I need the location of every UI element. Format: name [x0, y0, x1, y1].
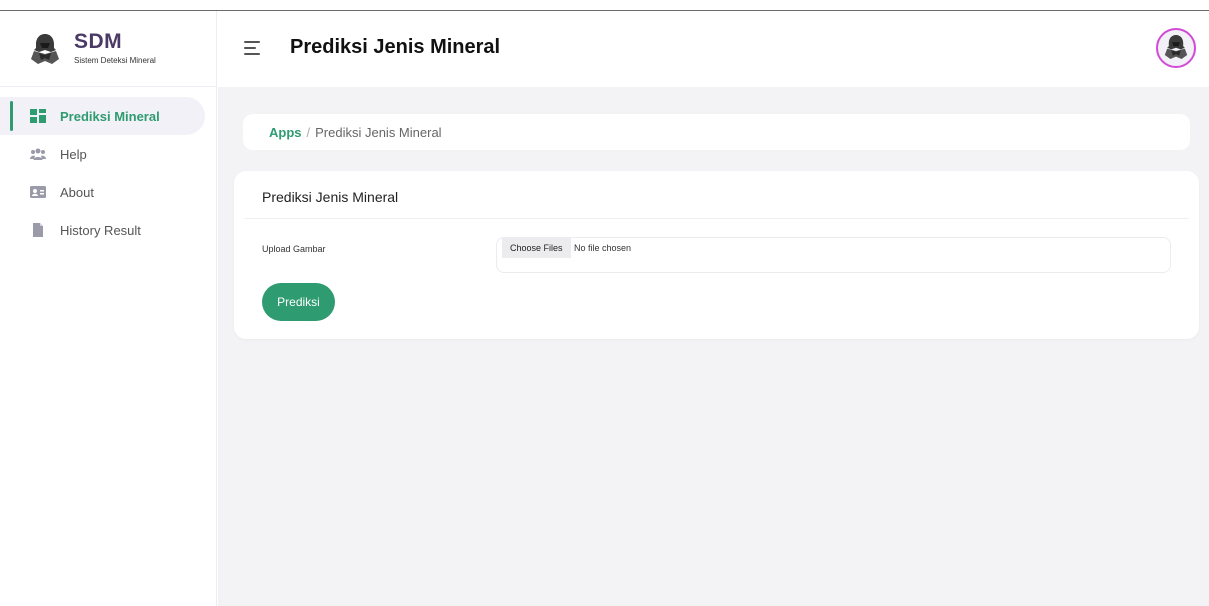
dashboard-grid-icon	[30, 109, 46, 123]
file-upload-input[interactable]: Choose Files No file chosen	[496, 237, 1171, 273]
brand-name: SDM	[74, 30, 123, 53]
main-content: Apps / Prediksi Jenis Mineral Prediksi J…	[218, 87, 1209, 606]
prediksi-button[interactable]: Prediksi	[262, 283, 335, 321]
card-divider	[244, 218, 1189, 219]
choose-files-button[interactable]: Choose Files	[502, 238, 571, 258]
sidebar-nav: Prediksi Mineral Help About History Resu…	[0, 97, 217, 249]
document-icon	[33, 223, 43, 237]
brand-subtitle: Sistem Deteksi Mineral	[74, 56, 156, 65]
prediction-form-card: Prediksi Jenis Mineral Upload Gambar Cho…	[234, 171, 1199, 339]
breadcrumb-apps-link[interactable]: Apps	[269, 125, 302, 140]
breadcrumb: Apps / Prediksi Jenis Mineral	[243, 114, 1190, 150]
sidebar-item-help[interactable]: Help	[0, 135, 217, 173]
breadcrumb-separator: /	[306, 124, 311, 140]
hooded-miner-icon	[31, 34, 59, 64]
hamburger-menu-icon[interactable]	[244, 41, 260, 55]
card-title: Prediksi Jenis Mineral	[262, 189, 399, 205]
id-card-icon	[30, 186, 46, 198]
avatar[interactable]	[1156, 28, 1196, 68]
top-header: Prediksi Jenis Mineral	[218, 11, 1209, 87]
brand-header: SDM Sistem Deteksi Mineral	[0, 11, 217, 87]
file-status-text: No file chosen	[574, 243, 632, 253]
sidebar: SDM Sistem Deteksi Mineral Prediksi Mine…	[0, 11, 217, 606]
sidebar-item-label: About	[60, 184, 94, 200]
hooded-miner-icon	[1164, 35, 1188, 59]
sidebar-item-label: Prediksi Mineral	[60, 108, 160, 124]
sidebar-item-about[interactable]: About	[0, 173, 217, 211]
upload-label: Upload Gambar	[262, 244, 326, 254]
sidebar-item-label: Help	[60, 146, 87, 162]
sidebar-item-prediksi-mineral[interactable]: Prediksi Mineral	[0, 97, 205, 135]
users-group-icon	[30, 148, 46, 160]
sidebar-item-label: History Result	[60, 222, 141, 238]
sidebar-item-history-result[interactable]: History Result	[0, 211, 217, 249]
breadcrumb-current: Prediksi Jenis Mineral	[315, 124, 442, 140]
page-title: Prediksi Jenis Mineral	[290, 36, 501, 58]
